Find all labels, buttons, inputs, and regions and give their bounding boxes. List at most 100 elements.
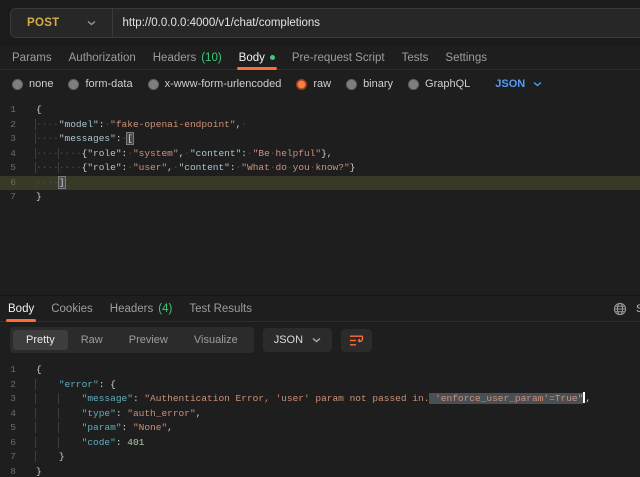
request-tabs: Params Authorization Headers (10) Body Pre-re… xyxy=(0,46,640,70)
tab-label: Params xyxy=(12,52,52,64)
response-tab-cookies[interactable]: Cookies xyxy=(51,296,93,321)
code-line[interactable]: 6····] xyxy=(0,176,640,191)
globe-icon[interactable] xyxy=(613,302,627,316)
line-number: 4 xyxy=(0,407,16,422)
code-line[interactable]: 4 ········{"role":·"system",·"content":·"… xyxy=(0,147,640,162)
tab-settings[interactable]: Settings xyxy=(445,46,487,69)
code-line[interactable]: 1{ xyxy=(0,103,640,118)
code-text: { xyxy=(36,103,42,118)
url-input[interactable] xyxy=(113,17,640,29)
tab-label: Test Results xyxy=(189,303,252,315)
code-line[interactable]: 7 } xyxy=(0,450,640,465)
body-mode-x-www-form-urlencoded[interactable]: x-www-form-urlencoded xyxy=(148,78,282,90)
tab-body[interactable]: Body xyxy=(239,46,275,69)
code-line[interactable]: 5········{"role":·"user",·"content":·"Wh… xyxy=(0,161,640,176)
tab-label: Headers xyxy=(110,303,153,315)
tab-headers[interactable]: Headers (10) xyxy=(153,46,222,69)
line-number: 4 xyxy=(0,147,16,162)
radio-icon xyxy=(346,79,357,90)
code-line[interactable]: 7} xyxy=(0,190,640,205)
chevron-down-icon xyxy=(312,337,321,343)
method-select[interactable]: POST xyxy=(11,9,112,37)
body-mode-binary[interactable]: binary xyxy=(346,78,393,90)
code-text: ····"messages":·[ xyxy=(36,132,133,147)
response-header-right: S xyxy=(613,296,640,321)
tab-tests[interactable]: Tests xyxy=(402,46,429,69)
code-text: "code": 401 xyxy=(36,436,144,451)
body-mode-none[interactable]: none xyxy=(12,78,53,90)
mode-label: x-www-form-urlencoded xyxy=(165,78,282,90)
line-number: 5 xyxy=(0,161,16,176)
unsaved-dot-icon xyxy=(270,55,275,60)
radio-icon xyxy=(408,79,419,90)
code-line[interactable]: 2 "error": { xyxy=(0,378,640,393)
line-number: 1 xyxy=(0,103,16,118)
tab-authorization[interactable]: Authorization xyxy=(69,46,136,69)
body-mode-raw[interactable]: raw xyxy=(296,78,331,90)
wrap-lines-button[interactable] xyxy=(341,329,372,352)
tab-label: Body xyxy=(8,303,34,315)
code-line[interactable]: 5 "param": "None", xyxy=(0,421,640,436)
code-line[interactable]: 1{ xyxy=(0,363,640,378)
code-line[interactable]: 8} xyxy=(0,465,640,477)
view-raw[interactable]: Raw xyxy=(68,330,116,350)
line-number: 1 xyxy=(0,363,16,378)
line-number: 3 xyxy=(0,392,16,407)
tab-label: Tests xyxy=(402,52,429,64)
response-header: Body Cookies Headers (4) Test Results S xyxy=(0,296,640,322)
method-label: POST xyxy=(27,17,60,29)
view-switcher: PrettyRawPreviewVisualize xyxy=(10,327,254,353)
chevron-down-icon xyxy=(87,20,96,26)
language-select[interactable]: JSON xyxy=(495,78,542,90)
line-number: 6 xyxy=(0,436,16,451)
radio-icon xyxy=(12,79,23,90)
code-text: ········{"role":·"system",·"content":·"B… xyxy=(36,147,333,162)
tab-pre-request-script[interactable]: Pre-request Script xyxy=(292,46,385,69)
tab-label: Headers xyxy=(153,52,196,64)
response-section: Body Cookies Headers (4) Test Results S Pret… xyxy=(0,295,640,477)
tab-label: Body xyxy=(239,52,265,64)
mode-label: raw xyxy=(313,78,331,90)
response-tab-body[interactable]: Body xyxy=(8,296,34,321)
tab-count: (10) xyxy=(201,52,221,64)
url-bar: POST xyxy=(10,8,640,38)
chevron-down-icon xyxy=(533,81,542,87)
code-line[interactable]: 3 ····"messages":·[ xyxy=(0,132,640,147)
code-text: "message": "Authentication Error, 'user'… xyxy=(36,392,591,407)
request-body-editor[interactable]: 1{2····"model":·"fake-openai-endpoint",·… xyxy=(0,98,640,295)
code-line[interactable]: 3 "message": "Authentication Error, 'use… xyxy=(0,392,640,407)
code-text: } xyxy=(36,465,42,477)
view-visualize[interactable]: Visualize xyxy=(181,330,251,350)
code-line[interactable]: 4 "type": "auth_error", xyxy=(0,407,640,422)
line-number: 5 xyxy=(0,421,16,436)
view-pretty[interactable]: Pretty xyxy=(13,330,68,350)
line-number: 8 xyxy=(0,465,16,477)
response-body-editor[interactable]: 1{2 "error": {3 "message": "Authenticati… xyxy=(0,358,640,477)
mode-label: binary xyxy=(363,78,393,90)
body-mode-graphql[interactable]: GraphQL xyxy=(408,78,470,90)
view-preview[interactable]: Preview xyxy=(116,330,181,350)
tab-params[interactable]: Params xyxy=(12,46,52,69)
tab-count: (4) xyxy=(158,303,172,315)
mode-label: GraphQL xyxy=(425,78,470,90)
line-number: 2 xyxy=(0,118,16,133)
response-tab-test-results[interactable]: Test Results xyxy=(189,296,252,321)
code-line[interactable]: 2····"model":·"fake-openai-endpoint",· xyxy=(0,118,640,133)
code-text: "param": "None", xyxy=(36,421,173,436)
code-text: } xyxy=(36,450,65,465)
tab-label: Authorization xyxy=(69,52,136,64)
tab-label: Cookies xyxy=(51,303,93,315)
format-select[interactable]: JSON xyxy=(263,328,332,352)
body-mode-form-data[interactable]: form-data xyxy=(68,78,132,90)
tab-label: Settings xyxy=(445,52,487,64)
mode-label: form-data xyxy=(85,78,132,90)
tab-label: Pre-request Script xyxy=(292,52,385,64)
line-number: 2 xyxy=(0,378,16,393)
code-line[interactable]: 6 "code": 401 xyxy=(0,436,640,451)
radio-icon xyxy=(296,79,307,90)
mode-label: none xyxy=(29,78,53,90)
response-view-toolbar: PrettyRawPreviewVisualize JSON xyxy=(0,322,640,358)
clipped-save-response-text[interactable]: S xyxy=(636,303,640,315)
response-tab-headers[interactable]: Headers (4) xyxy=(110,296,173,321)
line-number: 3 xyxy=(0,132,16,147)
